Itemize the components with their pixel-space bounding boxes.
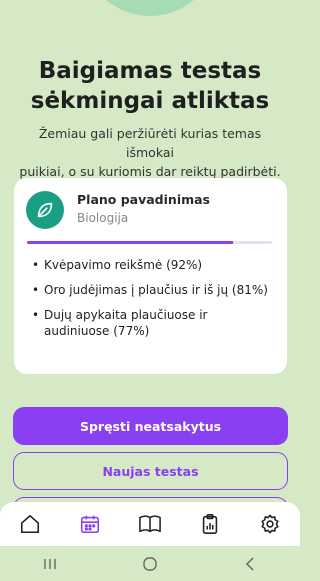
recent-apps-icon[interactable] — [30, 552, 70, 576]
subtitle-line-1: Žemiau gali peržiūrėti kurias temas išmo… — [38, 126, 262, 160]
book-icon[interactable] — [130, 507, 170, 541]
results-card: Plano pavadinimas Biologija Kvėpavimo re… — [14, 178, 287, 374]
clipboard-chart-icon[interactable] — [190, 507, 230, 541]
topic-item: Dujų apykaita plaučiuose ir audiniuose (… — [32, 307, 270, 339]
topic-item: Kvėpavimo reikšmė (92%) — [32, 257, 270, 273]
bottom-nav — [0, 502, 300, 546]
title-line-1: Baigiamas testas — [38, 58, 262, 84]
new-test-button[interactable]: Naujas testas — [13, 452, 288, 490]
topic-item: Oro judėjimas į plaučius ir iš jų (81%) — [32, 282, 270, 298]
header-illustration-arc — [82, 0, 218, 16]
topics-list: Kvėpavimo reikšmė (92%) Oro judėjimas į … — [32, 257, 270, 348]
system-nav-bar — [0, 546, 300, 581]
back-icon[interactable] — [230, 552, 270, 576]
leaf-icon — [26, 191, 64, 229]
progress-fill — [27, 241, 233, 244]
page-subtitle: Žemiau gali peržiūrėti kurias temas išmo… — [14, 124, 286, 181]
title-line-2: sėkmingai atliktas — [30, 88, 270, 114]
solve-unanswered-button[interactable]: Spręsti neatsakytus — [13, 407, 288, 445]
home-icon[interactable] — [10, 507, 50, 541]
plan-name: Plano pavadinimas — [77, 192, 211, 207]
progress-bar — [27, 241, 272, 244]
plan-subject: Biologija — [77, 211, 129, 225]
page-title: Baigiamas testas sėkmingai atliktas — [0, 56, 300, 116]
calendar-icon[interactable] — [70, 507, 110, 541]
settings-icon[interactable] — [250, 507, 290, 541]
home-circle-icon[interactable] — [130, 552, 170, 576]
